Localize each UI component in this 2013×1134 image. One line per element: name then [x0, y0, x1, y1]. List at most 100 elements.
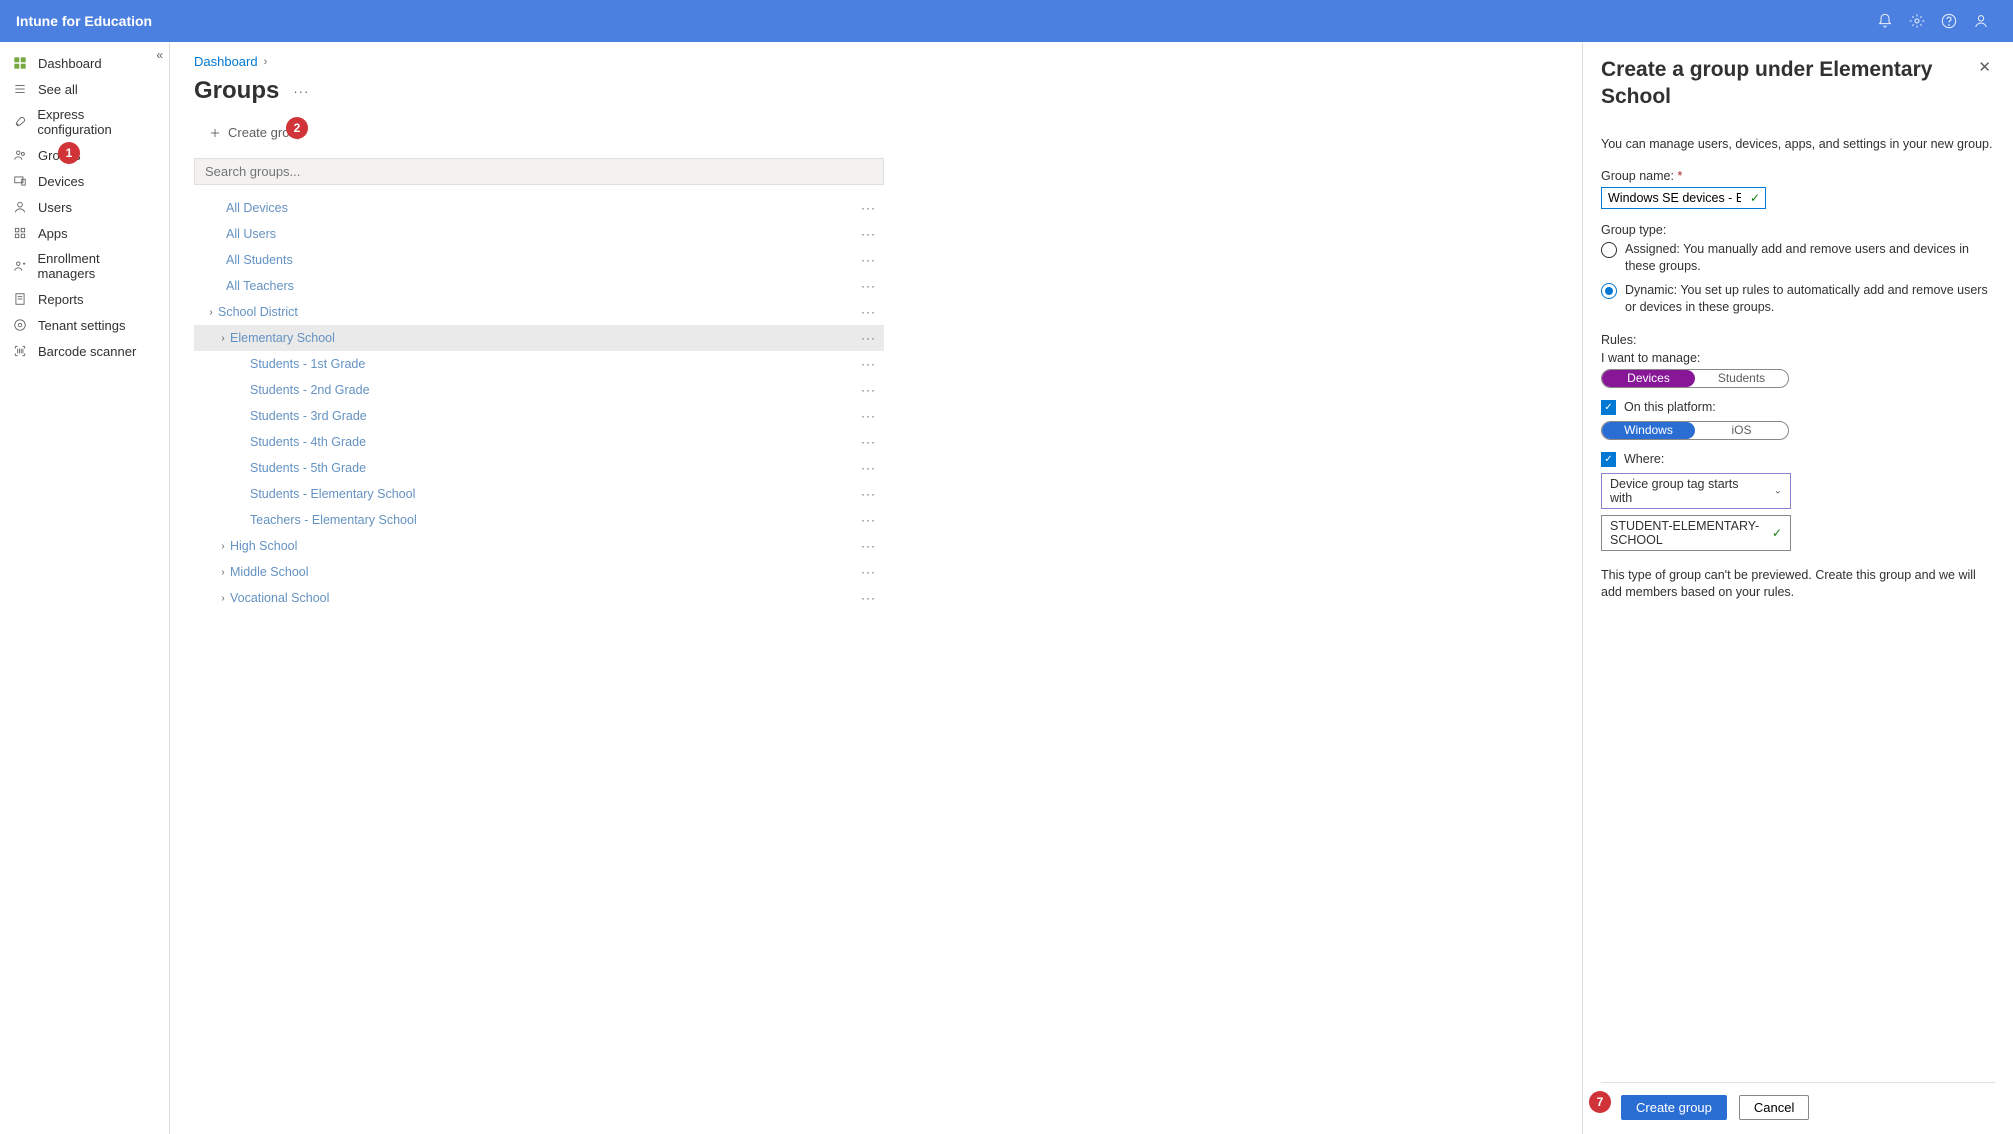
tree-row[interactable]: Students - 5th Grade··· [194, 455, 884, 481]
where-checkbox-row[interactable]: ✓ Where: [1601, 452, 1995, 467]
sidebar-item-apps[interactable]: Apps [0, 220, 169, 246]
tree-row[interactable]: All Teachers··· [194, 273, 884, 299]
search-groups-input[interactable] [194, 158, 884, 185]
sidebar-item-express-config[interactable]: Express configuration [0, 102, 169, 142]
tree-row-label: Vocational School [230, 591, 861, 605]
toggle-students[interactable]: Students [1695, 370, 1788, 387]
row-more-icon[interactable]: ··· [861, 253, 884, 267]
create-group-panel: Create a group under Elementary School ✕… [1583, 42, 2013, 1134]
create-group-submit-button[interactable]: Create group [1621, 1095, 1727, 1120]
toggle-windows[interactable]: Windows [1602, 422, 1695, 439]
sidebar-item-enrollment-managers[interactable]: Enrollment managers [0, 246, 169, 286]
sidebar-item-label: Express configuration [37, 107, 157, 137]
row-more-icon[interactable]: ··· [861, 201, 884, 215]
row-more-icon[interactable]: ··· [861, 487, 884, 501]
row-more-icon[interactable]: ··· [861, 409, 884, 423]
panel-title: Create a group under Elementary School [1601, 56, 1974, 111]
tree-row[interactable]: Students - 3rd Grade··· [194, 403, 884, 429]
row-more-icon[interactable]: ··· [861, 305, 884, 319]
tree-row[interactable]: Students - 1st Grade··· [194, 351, 884, 377]
notifications-icon[interactable] [1869, 5, 1901, 37]
tree-row[interactable]: ›Middle School··· [194, 559, 884, 585]
sidebar-item-see-all[interactable]: See all [0, 76, 169, 102]
tree-row[interactable]: All Users··· [194, 221, 884, 247]
tree-row[interactable]: ›Elementary School··· [194, 325, 884, 351]
tree-row[interactable]: Teachers - Elementary School··· [194, 507, 884, 533]
row-more-icon[interactable]: ··· [861, 331, 884, 345]
tree-row[interactable]: All Devices··· [194, 195, 884, 221]
tree-row-label: Students - 2nd Grade [250, 383, 861, 397]
enrollment-icon [12, 258, 27, 274]
where-value-input[interactable]: STUDENT-ELEMENTARY-SCHOOL ✓ [1601, 515, 1791, 551]
sidebar-item-groups[interactable]: Groups 1 [0, 142, 169, 168]
chevron-right-icon: › [216, 333, 230, 344]
row-more-icon[interactable]: ··· [861, 539, 884, 553]
row-more-icon[interactable]: ··· [861, 357, 884, 371]
breadcrumb-item[interactable]: Dashboard [194, 54, 258, 69]
page-more-icon[interactable]: ··· [293, 84, 309, 99]
tree-row-label: All Users [226, 227, 861, 241]
preview-note: This type of group can't be previewed. C… [1601, 567, 1995, 602]
sidebar-item-tenant-settings[interactable]: Tenant settings [0, 312, 169, 338]
where-dropdown[interactable]: Device group tag starts with ⌄ [1601, 473, 1791, 509]
chevron-right-icon: › [216, 567, 230, 578]
tree-row-label: High School [230, 539, 861, 553]
row-more-icon[interactable]: ··· [861, 591, 884, 605]
group-name-input[interactable] [1601, 187, 1766, 209]
row-more-icon[interactable]: ··· [861, 435, 884, 449]
tree-row[interactable]: Students - Elementary School··· [194, 481, 884, 507]
tree-row[interactable]: All Students··· [194, 247, 884, 273]
platform-toggle[interactable]: Windows iOS [1601, 421, 1789, 440]
sidebar-item-label: Enrollment managers [37, 251, 157, 281]
sidebar-item-label: Barcode scanner [38, 344, 136, 359]
devices-icon [12, 173, 28, 189]
row-more-icon[interactable]: ··· [861, 513, 884, 527]
cancel-button[interactable]: Cancel [1739, 1095, 1809, 1120]
tree-row[interactable]: Students - 2nd Grade··· [194, 377, 884, 403]
tree-row[interactable]: ›High School··· [194, 533, 884, 559]
row-more-icon[interactable]: ··· [861, 279, 884, 293]
platform-checkbox-row[interactable]: ✓ On this platform: [1601, 400, 1995, 415]
chevron-right-icon: › [216, 593, 230, 604]
rules-label: Rules: [1601, 333, 1995, 347]
sidebar-item-label: See all [38, 82, 78, 97]
dashboard-icon [12, 55, 28, 71]
feedback-icon[interactable] [1965, 5, 1997, 37]
toggle-devices[interactable]: Devices [1602, 370, 1695, 387]
list-icon [12, 81, 28, 97]
tree-row-label: All Devices [226, 201, 861, 215]
toggle-ios[interactable]: iOS [1695, 422, 1788, 439]
create-group-label: Create group [228, 125, 304, 140]
sidebar-item-reports[interactable]: Reports [0, 286, 169, 312]
where-value-text: STUDENT-ELEMENTARY-SCHOOL [1610, 519, 1759, 547]
tree-row[interactable]: ›Vocational School··· [194, 585, 884, 611]
radio-dynamic[interactable]: Dynamic: You set up rules to automatical… [1601, 282, 1995, 317]
sidebar-item-dashboard[interactable]: Dashboard [0, 50, 169, 76]
tree-row[interactable]: ›School District··· [194, 299, 884, 325]
close-icon[interactable]: ✕ [1974, 56, 1995, 78]
create-group-button[interactable]: Create group [200, 121, 312, 144]
tree-row-label: Middle School [230, 565, 861, 579]
tree-row-label: Students - 3rd Grade [250, 409, 861, 423]
settings-icon[interactable] [1901, 5, 1933, 37]
page-title: Groups [194, 77, 279, 105]
row-more-icon[interactable]: ··· [861, 227, 884, 241]
row-more-icon[interactable]: ··· [861, 383, 884, 397]
checkbox-icon: ✓ [1601, 452, 1616, 467]
where-label: Where: [1624, 452, 1664, 466]
radio-assigned[interactable]: Assigned: You manually add and remove us… [1601, 241, 1995, 276]
row-more-icon[interactable]: ··· [861, 565, 884, 579]
tree-row-label: Students - 1st Grade [250, 357, 861, 371]
where-dropdown-value: Device group tag starts with [1610, 477, 1739, 505]
row-more-icon[interactable]: ··· [861, 461, 884, 475]
sidebar-item-barcode-scanner[interactable]: Barcode scanner [0, 338, 169, 364]
check-icon: ✓ [1772, 526, 1782, 540]
sidebar-item-users[interactable]: Users [0, 194, 169, 220]
group-name-label: Group name: * [1601, 169, 1995, 183]
manage-toggle[interactable]: Devices Students [1601, 369, 1789, 388]
breadcrumb[interactable]: Dashboard › [194, 54, 1558, 69]
sidebar-item-devices[interactable]: Devices [0, 168, 169, 194]
help-icon[interactable] [1933, 5, 1965, 37]
tree-row[interactable]: Students - 4th Grade··· [194, 429, 884, 455]
sidebar-item-label: Groups [38, 148, 81, 163]
